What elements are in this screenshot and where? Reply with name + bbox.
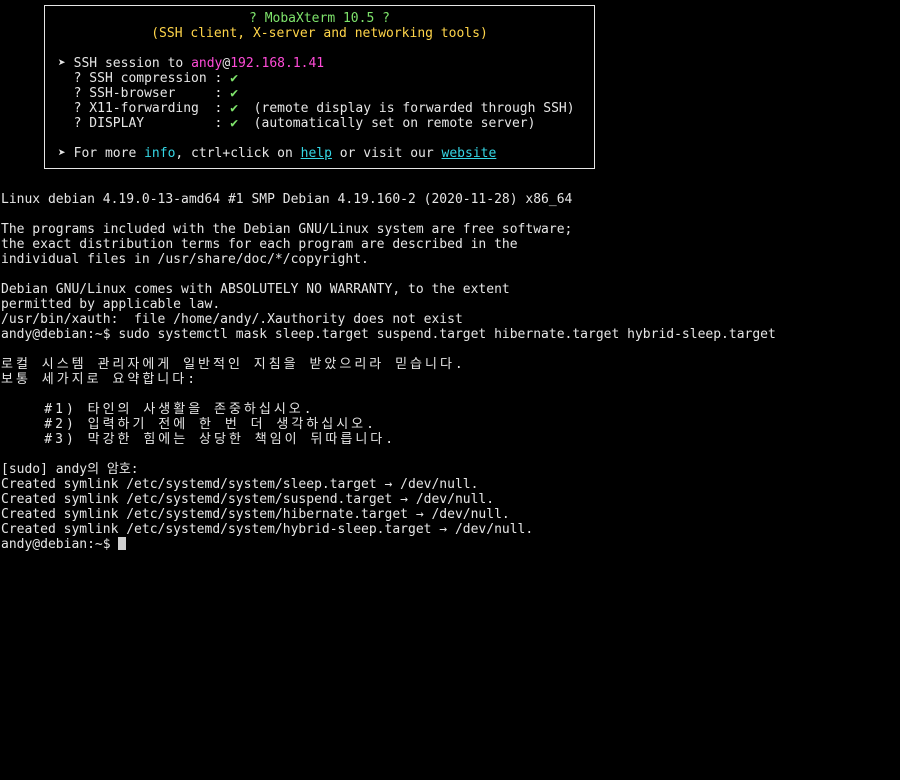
output-line: /usr/bin/xauth: file /home/andy/.Xauthor… — [1, 312, 463, 327]
more-mid: , ctrl+click on — [175, 146, 301, 161]
shell-prompt: andy@debian:~$ — [1, 537, 119, 552]
feature-note: (automatically set on remote server) — [238, 116, 536, 131]
more-info-line: ➤ For more info, ctrl+click on help or v… — [58, 146, 496, 161]
website-link[interactable]: website — [442, 146, 497, 161]
sudo-lecture-line: 로컬 시스템 관리자에게 일반적인 지침을 받았으리라 믿습니다. — [1, 357, 466, 372]
sudo-lecture-line: #2) 입력하기 전에 한 번 더 생각하십시오. — [1, 417, 377, 432]
output-line: Debian GNU/Linux comes with ABSOLUTELY N… — [1, 282, 510, 297]
banner-title: ? MobaXterm 10.5 ? — [249, 11, 390, 26]
feature-ssh-browser: ? SSH-browser : ✔ — [58, 86, 238, 101]
more-or: or visit our — [331, 146, 442, 161]
session-host: 192.168.1.41 — [230, 56, 325, 71]
output-line: Linux debian 4.19.0-13-amd64 #1 SMP Debi… — [1, 192, 573, 207]
output-line: permitted by applicable law. — [1, 297, 221, 312]
symlink-line: Created symlink /etc/systemd/system/susp… — [1, 492, 495, 507]
output-line: individual files in /usr/share/doc/*/cop… — [1, 252, 369, 267]
symlink-line: Created symlink /etc/systemd/system/hybr… — [1, 522, 534, 537]
feature-label: ? SSH-browser : — [58, 86, 231, 101]
check-icon: ✔ — [230, 101, 239, 116]
check-icon: ✔ — [230, 86, 239, 101]
check-icon: ✔ — [230, 116, 239, 131]
sudo-lecture-line: #3) 막강한 힘에는 상당한 책임이 뒤따릅니다. — [1, 432, 397, 447]
sudo-password-prompt: [sudo] andy의 암호: — [1, 462, 139, 477]
session-prefix: ➤ SSH session to — [58, 56, 192, 71]
info-link[interactable]: info — [144, 146, 175, 161]
banner-subtitle: (SSH client, X-server and networking too… — [151, 26, 488, 41]
output-line: the exact distribution terms for each pr… — [1, 237, 518, 252]
feature-label: ? X11-forwarding : — [58, 101, 231, 116]
symlink-line: Created symlink /etc/systemd/system/hibe… — [1, 507, 510, 522]
text-cursor[interactable] — [118, 537, 127, 550]
feature-label: ? SSH compression : — [58, 71, 231, 86]
session-user: andy — [191, 56, 223, 71]
prompt-line[interactable]: andy@debian:~$ — [1, 537, 127, 552]
feature-x11-forwarding: ? X11-forwarding : ✔ (remote display is … — [58, 101, 575, 116]
feature-display: ? DISPLAY : ✔ (automatically set on remo… — [58, 116, 536, 131]
check-icon: ✔ — [230, 71, 239, 86]
sudo-lecture-line: 보통 세가지로 요약합니다: — [1, 372, 199, 387]
more-prefix: ➤ For more — [58, 146, 145, 161]
command-line: andy@debian:~$ sudo systemctl mask sleep… — [1, 327, 776, 342]
output-line: The programs included with the Debian GN… — [1, 222, 573, 237]
ssh-session-line: ➤ SSH session to andy@192.168.1.41 — [58, 56, 324, 71]
symlink-line: Created symlink /etc/systemd/system/slee… — [1, 477, 479, 492]
mobaxterm-banner: ? MobaXterm 10.5 ? (SSH client, X-server… — [44, 5, 595, 169]
help-link[interactable]: help — [301, 146, 332, 161]
feature-label: ? DISPLAY : — [58, 116, 231, 131]
feature-ssh-compression: ? SSH compression : ✔ — [58, 71, 238, 86]
terminal-window[interactable]: ? MobaXterm 10.5 ? (SSH client, X-server… — [0, 0, 900, 780]
feature-note: (remote display is forwarded through SSH… — [238, 101, 575, 116]
sudo-lecture-line: #1) 타인의 사생활을 존중하십시오. — [1, 402, 315, 417]
